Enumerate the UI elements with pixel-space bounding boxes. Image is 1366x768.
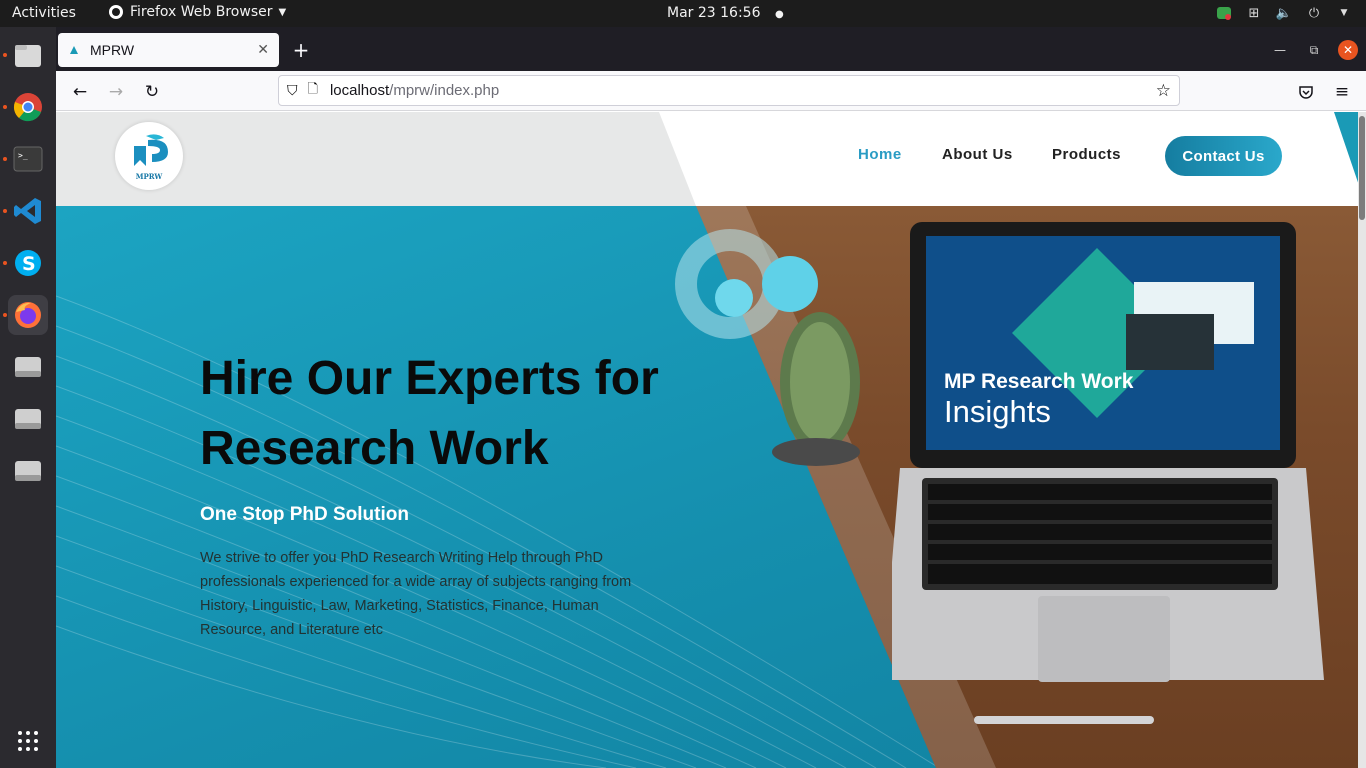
drive-icon[interactable] bbox=[8, 451, 48, 491]
network-icon[interactable]: ⊞ bbox=[1246, 5, 1262, 21]
screen-title-line2: Insights bbox=[944, 394, 1051, 429]
firefox-window: MPRW ✕ + — ⧉ ✕ ← → ↻ ⛉ 🗋 localhost/mprw/… bbox=[56, 27, 1366, 768]
close-window-button[interactable]: ✕ bbox=[1338, 40, 1358, 60]
logo-mark-icon bbox=[134, 133, 168, 166]
new-tab-button[interactable]: + bbox=[288, 37, 314, 63]
navigation-toolbar: ← → ↻ ⛉ 🗋 localhost/mprw/index.php ☆ ≡ bbox=[56, 71, 1366, 111]
nav-home-link[interactable]: Home bbox=[858, 146, 902, 163]
tab-title: MPRW bbox=[90, 42, 135, 58]
files-icon[interactable] bbox=[8, 35, 48, 75]
shield-icon[interactable]: ⛉ bbox=[287, 82, 298, 99]
vscode-icon[interactable] bbox=[8, 191, 48, 231]
system-top-bar: Activities Firefox Web Browser ▼ Mar 23 … bbox=[0, 0, 1366, 27]
clock-label: Mar 23 16:56 bbox=[667, 5, 761, 21]
close-tab-icon[interactable]: ✕ bbox=[257, 42, 269, 58]
tab-bar: MPRW ✕ + — ⧉ ✕ bbox=[56, 27, 1366, 71]
dock: >_ S bbox=[0, 27, 56, 768]
firefox-icon bbox=[109, 5, 123, 19]
hero-description: We strive to offer you PhD Research Writ… bbox=[200, 550, 632, 638]
maximize-button[interactable]: ⧉ bbox=[1304, 40, 1324, 60]
web-page: MP Research Work Insights MPRW Home Abou… bbox=[56, 112, 1366, 768]
laptop-image: MP Research Work Insights bbox=[892, 222, 1324, 682]
running-indicator bbox=[3, 105, 7, 109]
running-indicator bbox=[3, 157, 7, 161]
back-button[interactable]: ← bbox=[66, 78, 94, 106]
contact-us-button[interactable]: Contact Us bbox=[1165, 136, 1282, 176]
tab-mprw[interactable]: MPRW ✕ bbox=[58, 33, 279, 67]
logo-text: MPRW bbox=[135, 171, 163, 181]
skype-icon[interactable]: S bbox=[8, 243, 48, 283]
nav-about-link[interactable]: About Us bbox=[942, 146, 1013, 163]
firefox-icon[interactable] bbox=[8, 295, 48, 335]
site-logo[interactable]: MPRW bbox=[115, 122, 183, 190]
bookmark-star-icon[interactable]: ☆ bbox=[1156, 81, 1171, 101]
running-indicator bbox=[3, 313, 7, 317]
app-menu[interactable]: Firefox Web Browser ▼ bbox=[108, 4, 286, 20]
svg-text:>_: >_ bbox=[18, 151, 28, 160]
update-icon[interactable] bbox=[1216, 5, 1232, 21]
drive-icon[interactable] bbox=[8, 347, 48, 387]
pocket-icon[interactable] bbox=[1292, 78, 1320, 106]
hero-subtitle: One Stop PhD Solution bbox=[200, 504, 409, 525]
terminal-icon[interactable]: >_ bbox=[8, 139, 48, 179]
activities-button[interactable]: Activities bbox=[12, 5, 76, 21]
running-indicator bbox=[3, 53, 7, 57]
site-header: MPRW Home About Us Products Contact Us bbox=[56, 112, 1366, 206]
screen-title-line1: MP Research Work bbox=[944, 370, 1134, 393]
url-host: localhost bbox=[329, 82, 390, 99]
pen-image bbox=[974, 716, 1154, 724]
site-favicon-icon bbox=[70, 46, 78, 54]
nav-products-link[interactable]: Products bbox=[1052, 146, 1121, 163]
cactus-plant-image bbox=[772, 312, 860, 466]
running-indicator bbox=[3, 261, 7, 265]
url-path: /mprw/index.php bbox=[389, 82, 500, 99]
app-grid-icon[interactable] bbox=[8, 721, 48, 761]
scrollbar-thumb[interactable] bbox=[1359, 116, 1365, 220]
running-indicator bbox=[3, 209, 7, 213]
svg-text:S: S bbox=[22, 253, 36, 275]
system-tray[interactable]: ⊞ 🔈 ⏻ ▼ bbox=[1216, 5, 1352, 21]
chevron-down-icon: ▼ bbox=[278, 6, 287, 18]
menu-icon[interactable]: ≡ bbox=[1328, 78, 1356, 106]
notification-dot-icon: ● bbox=[774, 9, 784, 20]
page-scrollbar[interactable] bbox=[1358, 112, 1366, 768]
page-info-icon[interactable]: 🗋 bbox=[308, 80, 318, 102]
clock[interactable]: Mar 23 16:56 ● bbox=[667, 5, 784, 21]
chevron-down-icon[interactable]: ▼ bbox=[1336, 5, 1352, 21]
volume-icon[interactable]: 🔈 bbox=[1276, 5, 1292, 21]
hero-title: Hire Our Experts for Research Work bbox=[200, 352, 659, 475]
power-icon[interactable]: ⏻ bbox=[1306, 5, 1322, 21]
chrome-icon[interactable] bbox=[8, 87, 48, 127]
drive-icon[interactable] bbox=[8, 399, 48, 439]
minimize-button[interactable]: — bbox=[1270, 40, 1290, 60]
app-menu-label: Firefox Web Browser bbox=[130, 4, 273, 20]
url-bar[interactable]: ⛉ 🗋 localhost/mprw/index.php ☆ bbox=[278, 75, 1180, 106]
forward-button[interactable]: → bbox=[102, 78, 130, 106]
reload-button[interactable]: ↻ bbox=[138, 78, 166, 106]
